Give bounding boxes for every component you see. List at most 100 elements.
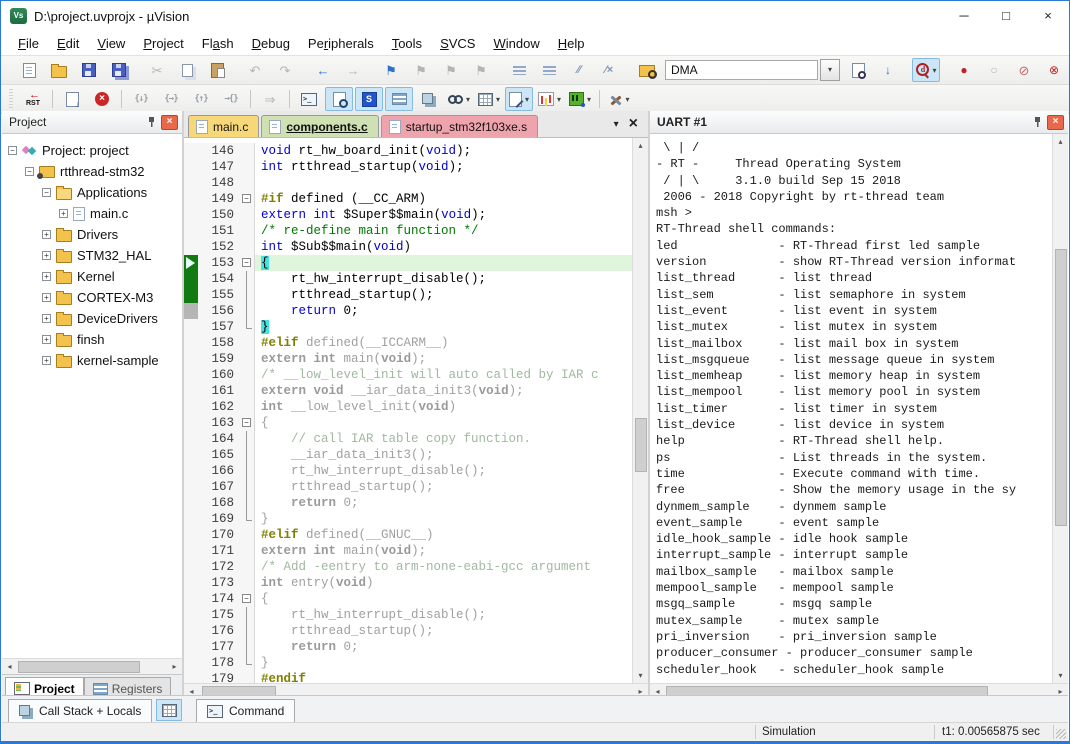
breakpoint-margin[interactable] <box>184 463 198 479</box>
breakpoint-margin[interactable] <box>184 335 198 351</box>
minimize-button[interactable]: ─ <box>943 1 985 31</box>
breakpoint-margin[interactable] <box>184 591 198 607</box>
dropdown-arrow-icon[interactable]: ▾ <box>557 95 561 104</box>
watch-windows-button[interactable]: ▾ <box>445 87 473 111</box>
menu-window[interactable]: Window <box>484 34 548 53</box>
serial-windows-button[interactable]: ▾ <box>505 87 533 111</box>
menu-svcs[interactable]: SVCS <box>431 34 484 53</box>
close-button[interactable]: × <box>1027 1 1069 31</box>
comment-selection-button[interactable]: ∕∕ <box>565 58 593 82</box>
tree-item-main-c[interactable]: +main.c <box>2 203 182 224</box>
tab-command[interactable]: Command <box>196 699 295 722</box>
symbols-window-button[interactable]: S <box>355 87 383 111</box>
copy-button[interactable] <box>173 58 201 82</box>
execution-marker[interactable] <box>184 255 198 271</box>
stop-button[interactable] <box>88 87 116 111</box>
editor-tab-main-c[interactable]: main.c <box>188 115 259 137</box>
dropdown-arrow-icon[interactable]: ▾ <box>466 95 470 104</box>
toolbox-button[interactable]: ▾ <box>605 87 633 111</box>
scroll-down-icon[interactable]: ▾ <box>633 668 648 683</box>
tree-expander-icon[interactable]: + <box>42 356 51 365</box>
insert-breakpoint-button[interactable]: ● <box>950 58 978 82</box>
breakpoint-margin[interactable] <box>184 351 198 367</box>
fold-collapse-icon[interactable] <box>241 191 255 207</box>
breakpoint-margin[interactable] <box>184 383 198 399</box>
kill-all-breakpoints-button[interactable]: ⊗ <box>1040 58 1068 82</box>
breakpoint-margin[interactable] <box>184 239 198 255</box>
bookmark-clear-all-button[interactable]: ⚑ <box>467 58 495 82</box>
run-to-cursor-button[interactable]: →{} <box>217 87 245 111</box>
pin-icon[interactable] <box>1032 116 1044 128</box>
tree-expander-icon[interactable]: − <box>42 188 51 197</box>
find-in-files-folder-button[interactable] <box>633 58 661 82</box>
project-tree-hscrollbar[interactable]: ◂ ▸ <box>2 658 182 674</box>
scroll-thumb[interactable] <box>635 418 647 472</box>
tree-expander-icon[interactable]: + <box>42 335 51 344</box>
breakpoint-margin[interactable] <box>184 319 198 335</box>
breakpoint-margin[interactable] <box>184 623 198 639</box>
breakpoint-margin[interactable] <box>184 639 198 655</box>
breakpoint-margin[interactable] <box>184 367 198 383</box>
breakpoint-margin[interactable] <box>184 495 198 511</box>
system-viewer-button[interactable]: ▾ <box>566 87 594 111</box>
uart-vscrollbar[interactable]: ▴ ▾ <box>1052 134 1068 683</box>
reset-cpu-button[interactable]: RST <box>19 87 47 111</box>
disassembly-window-button[interactable] <box>325 87 353 111</box>
undo-button[interactable]: ↶ <box>241 58 269 82</box>
resize-grip[interactable] <box>1056 729 1066 739</box>
step-into-button[interactable]: {↓} <box>127 87 155 111</box>
pin-icon[interactable] <box>146 116 158 128</box>
call-stack-window-button[interactable] <box>415 87 443 111</box>
breakpoint-margin[interactable] <box>184 143 198 159</box>
indent-button[interactable] <box>535 58 563 82</box>
analysis-windows-button[interactable]: ▾ <box>535 87 564 111</box>
tree-expander-icon[interactable]: − <box>8 146 17 155</box>
execution-marker[interactable] <box>184 271 198 287</box>
menu-project[interactable]: Project <box>134 34 192 53</box>
fold-collapse-icon[interactable] <box>241 415 255 431</box>
menu-view[interactable]: View <box>88 34 134 53</box>
breakpoint-margin[interactable] <box>184 415 198 431</box>
tree-item-rtthread-stm32[interactable]: −rtthread-stm32 <box>2 161 182 182</box>
tab-call-stack-locals[interactable]: Call Stack + Locals <box>8 699 152 722</box>
breakpoint-margin[interactable] <box>184 223 198 239</box>
tree-item-cortex-m3[interactable]: +CORTEX-M3 <box>2 287 182 308</box>
scroll-thumb[interactable] <box>1055 249 1067 526</box>
menu-edit[interactable]: Edit <box>48 34 88 53</box>
maximize-button[interactable]: □ <box>985 1 1027 31</box>
breakpoint-margin[interactable] <box>184 511 198 527</box>
unindent-button[interactable] <box>505 58 533 82</box>
breakpoint-margin[interactable] <box>184 575 198 591</box>
breakpoint-margin[interactable] <box>184 479 198 495</box>
breakpoint-margin[interactable] <box>184 399 198 415</box>
breakpoint-margin[interactable] <box>184 607 198 623</box>
new-file-button[interactable] <box>15 58 43 82</box>
tree-item-drivers[interactable]: +Drivers <box>2 224 182 245</box>
tree-expander-icon[interactable]: + <box>42 251 51 260</box>
step-out-button[interactable]: {↑} <box>187 87 215 111</box>
scroll-up-icon[interactable]: ▴ <box>1053 134 1068 149</box>
paste-button[interactable] <box>203 58 231 82</box>
command-window-button[interactable] <box>295 87 323 111</box>
breakpoint-margin[interactable] <box>184 159 198 175</box>
disable-breakpoint-button[interactable]: ○ <box>980 58 1008 82</box>
tree-item-devicedrivers[interactable]: +DeviceDrivers <box>2 308 182 329</box>
open-file-button[interactable] <box>45 58 73 82</box>
bookmark-previous-button[interactable]: ⚑ <box>407 58 435 82</box>
tree-item-kernel-sample[interactable]: +kernel-sample <box>2 350 182 371</box>
tree-expander-icon[interactable]: − <box>25 167 34 176</box>
bookmark-toggle-button[interactable]: ⚑ <box>377 58 405 82</box>
navigate-back-button[interactable]: ← <box>309 58 337 82</box>
scroll-right-icon[interactable]: ▸ <box>167 659 182 674</box>
tree-item-stm32-hal[interactable]: +STM32_HAL <box>2 245 182 266</box>
tree-expander-icon[interactable]: + <box>42 314 51 323</box>
tree-expander-icon[interactable]: + <box>42 272 51 281</box>
project-tree[interactable]: −Project: project−rtthread-stm32−Applica… <box>2 134 182 658</box>
scroll-thumb[interactable] <box>18 661 140 673</box>
search-combo-input[interactable]: DMA <box>665 60 818 80</box>
menu-tools[interactable]: Tools <box>383 34 431 53</box>
save-button[interactable] <box>75 58 103 82</box>
tab-list-icon[interactable]: ▾ <box>614 119 619 130</box>
memory-window-button[interactable] <box>156 699 182 721</box>
tree-item-applications[interactable]: −Applications <box>2 182 182 203</box>
